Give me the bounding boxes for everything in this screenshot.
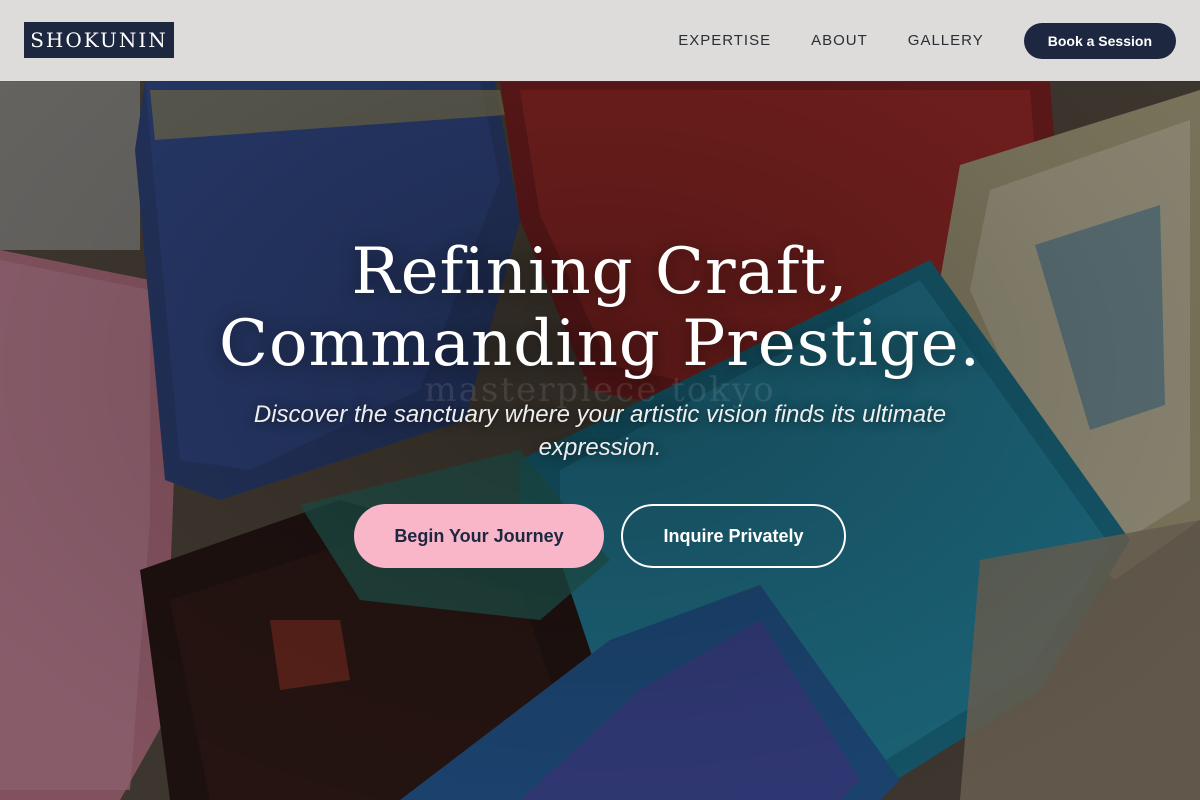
inquire-privately-button[interactable]: Inquire Privately — [621, 504, 846, 568]
hero-title-line-2: Commanding Prestige. — [219, 307, 981, 381]
begin-journey-button[interactable]: Begin Your Journey — [354, 504, 604, 568]
hero-title-line-1: Refining Craft, — [351, 235, 849, 309]
nav-link-gallery[interactable]: GALLERY — [908, 32, 984, 49]
main-nav: EXPERTISE ABOUT GALLERY Book a Session — [678, 0, 1176, 81]
hero-title: Refining Craft, Commanding Prestige. — [0, 236, 1200, 380]
nav-link-expertise[interactable]: EXPERTISE — [678, 32, 771, 49]
landing-page: SHOKUNIN EXPERTISE ABOUT GALLERY Book a … — [0, 0, 1200, 800]
hero-section: masterpiece tokyo Refining Craft, Comman… — [0, 0, 1200, 800]
nav-link-about[interactable]: ABOUT — [811, 32, 868, 49]
book-session-button[interactable]: Book a Session — [1023, 22, 1176, 59]
site-header: SHOKUNIN EXPERTISE ABOUT GALLERY Book a … — [0, 0, 1200, 81]
logo[interactable]: SHOKUNIN — [24, 22, 174, 58]
hero-subtitle: Discover the sanctuary where your artist… — [253, 401, 947, 461]
